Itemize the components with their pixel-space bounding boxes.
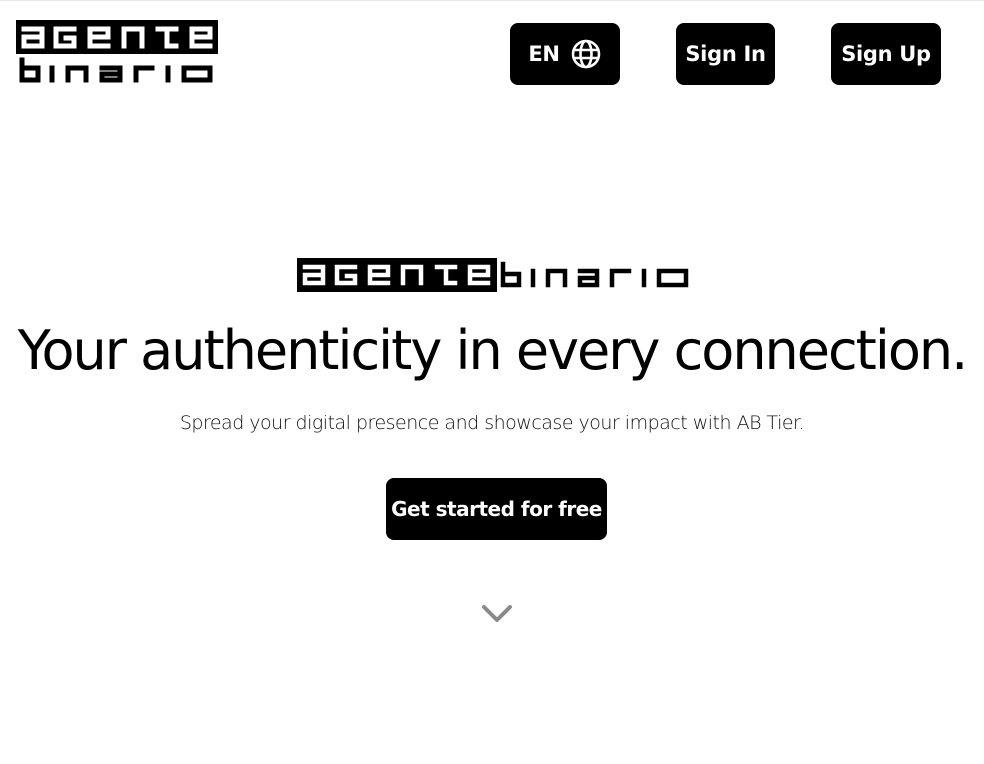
language-selector-button[interactable]: EN <box>510 23 620 85</box>
sign-up-button[interactable]: Sign Up <box>831 23 941 85</box>
hero-subheadline: Spread your digital presence and showcas… <box>179 412 805 434</box>
sign-in-button[interactable]: Sign In <box>676 23 775 85</box>
get-started-button[interactable]: Get started for free <box>386 478 607 540</box>
hero-headline: Your authenticity in every connection. <box>17 319 969 382</box>
globe-icon <box>571 39 600 69</box>
language-label: EN <box>528 42 560 66</box>
chevron-down-icon[interactable] <box>480 603 514 625</box>
top-border <box>0 0 984 1</box>
hero-logo <box>297 258 689 292</box>
header-logo[interactable] <box>16 20 218 84</box>
